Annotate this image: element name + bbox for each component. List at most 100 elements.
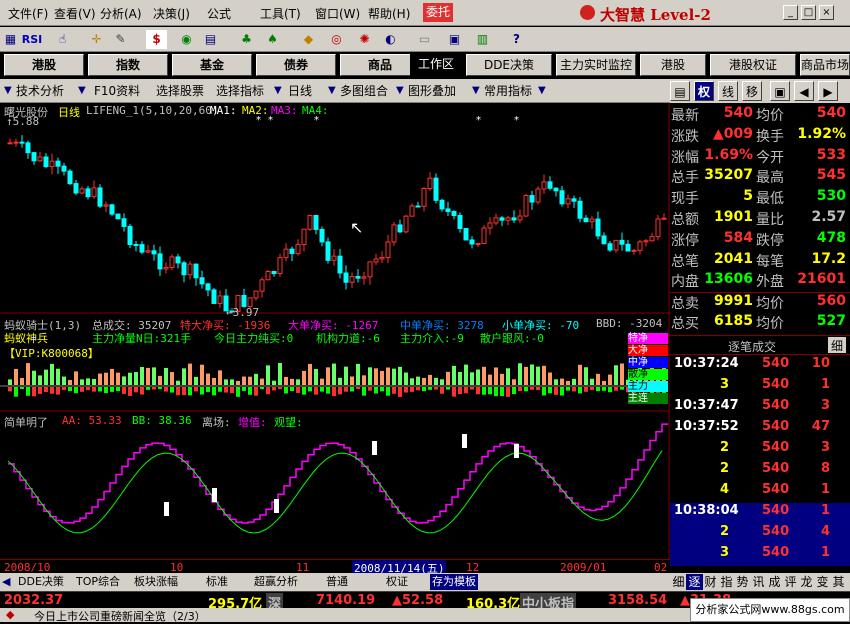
bottom-tab-analysis[interactable]: 超赢分析 [254,574,298,590]
bottom-tab-sector[interactable]: 板块涨幅 [134,574,178,590]
right-bottom-tab[interactable]: 财 [702,574,719,590]
bottom-tab-warrant[interactable]: 权证 [386,574,408,590]
bottom-tab-normal[interactable]: 普通 [326,574,348,590]
star-icon[interactable]: ✺ [354,30,375,49]
menu-file[interactable]: 文件(F) [8,5,48,22]
main-monitor-button[interactable]: 主力实时监控 [556,54,636,76]
print-icon[interactable]: ▭ [414,30,435,49]
ind-title: 简单明了 [4,416,48,429]
books-icon[interactable]: ▥ [472,30,493,49]
commodity-market-button[interactable]: 商品市场 [800,54,850,76]
market-bond-button[interactable]: 债券 [256,54,336,76]
volume-bar [350,376,354,385]
maximize-button[interactable]: □ [801,5,816,20]
menu-help[interactable]: 帮助(H) [368,5,410,22]
menu-view[interactable]: 查看(V) [54,5,96,22]
tick-row[interactable]: 10:37:24 540 10 [670,356,850,377]
market-hk-button[interactable]: 港股 [4,54,84,76]
multi-chart-tab[interactable]: 多图组合 [340,82,388,100]
chart-icon[interactable]: ▤ [200,30,221,49]
layout-icon[interactable]: ◉ [176,30,197,49]
cursor-icon[interactable]: ☝ [52,30,73,49]
f10-tab[interactable]: F10资料 [94,82,140,100]
minimize-button[interactable]: _ [783,5,798,20]
tab-xian[interactable]: 线 [718,81,738,101]
tick-row[interactable]: 3 540 1 [670,377,850,398]
dde-decision-button[interactable]: DDE决策 [466,54,552,76]
menu-formula[interactable]: 公式 [207,5,231,22]
common-indicator-tab[interactable]: 常用指标 [484,82,532,100]
dropdown-arrow-icon[interactable]: ▼ [274,82,282,100]
overlay-tab[interactable]: 图形叠加 [408,82,456,100]
panel-toggle-icon[interactable]: ▣ [770,81,790,101]
tools-icon[interactable]: ♣ [236,30,257,49]
diamond-icon[interactable]: ◆ [298,30,319,49]
tick-list[interactable]: 10:37:24 540 10 3 540 1 10:37:47 540 3 10:37:52 54… [670,356,850,573]
right-bottom-tab[interactable]: 讯 [750,574,767,590]
right-bottom-tab[interactable]: 细 [670,574,687,590]
dropdown-arrow-icon[interactable]: ▼ [78,82,86,100]
tick-row[interactable]: 4 540 1 [670,482,850,503]
tech-analysis-tab[interactable]: 技术分析 [16,82,64,100]
right-bottom-tab[interactable]: 其 [830,574,847,590]
tab-quan[interactable]: 权 [694,81,714,101]
close-button[interactable]: × [819,5,834,20]
tick-row[interactable]: 10:37:52 540 47 [670,419,850,440]
volume-bar-neg [416,387,420,391]
dollar-button[interactable]: $ [146,30,167,49]
bottom-tab-dde[interactable]: DDE决策 [18,574,64,590]
rsi-button[interactable]: RSI [18,30,46,49]
menu-analyze[interactable]: 分析(A) [100,5,142,22]
volume-bar [194,376,198,385]
tick-row[interactable]: 3 540 1 [670,545,850,566]
globe-icon[interactable]: ◐ [380,30,401,49]
window-icon[interactable]: ▣ [444,30,465,49]
dropdown-arrow-icon[interactable]: ▼ [396,82,404,100]
chart-area[interactable]: * * * * * 曙光股份 日线 LIFENG_1(5,10,20,60) MA1: … [0,103,670,576]
tab-yi[interactable]: 移 [742,81,762,101]
menu-window[interactable]: 窗口(W) [315,5,360,22]
daily-line-tab[interactable]: 日线 [288,82,312,100]
target-icon[interactable]: ◎ [326,30,347,49]
workspace-label[interactable]: 工作区 [410,54,462,76]
select-indicator-tab[interactable]: 选择指标 [216,82,264,100]
arrow-right-icon[interactable]: ▶ [818,81,838,101]
market-commodity-button[interactable]: 商品 [340,54,420,76]
tick-row[interactable]: 2 540 4 [670,524,850,545]
menu-tools[interactable]: 工具(T) [260,5,301,22]
tick-row[interactable]: 2 540 3 [670,440,850,461]
dropdown-arrow-icon[interactable]: ▼ [328,82,336,100]
tick-row[interactable]: 10:37:47 540 3 [670,398,850,419]
select-stock-tab[interactable]: 选择股票 [156,82,204,100]
crosshair-icon[interactable]: ✛ [86,30,107,49]
tick-row[interactable]: 10:38:04 540 1 [670,503,850,524]
ruler-icon[interactable]: ✎ [110,30,131,49]
list-icon[interactable]: ▤ [670,81,690,101]
hk-warrant-button[interactable]: 港股权证 [710,54,796,76]
right-bottom-tab[interactable]: 龙 [798,574,815,590]
tick-detail-tab[interactable]: 细 [828,337,846,353]
right-bottom-tab[interactable]: 评 [782,574,799,590]
dropdown-arrow-icon[interactable]: ▼ [4,82,12,100]
help-cursor-icon[interactable]: ? [506,30,527,49]
dropdown-arrow-icon[interactable]: ▼ [538,82,546,100]
people-icon[interactable]: ♠ [262,30,283,49]
tick-row[interactable]: 2 540 8 [670,461,850,482]
market-fund-button[interactable]: 基金 [172,54,252,76]
dropdown-arrow-icon[interactable]: ▼ [472,82,480,100]
bottom-tab-standard[interactable]: 标准 [206,574,228,590]
right-bottom-tab[interactable]: 指 [718,574,735,590]
right-bottom-tab[interactable]: 逐 [686,574,703,590]
right-bottom-tab[interactable]: 成 [766,574,783,590]
bottom-tab-save-template[interactable]: 存为模板 [430,574,478,590]
tab-nav-left-icon[interactable]: ◀ [2,574,10,590]
market-index-button[interactable]: 指数 [88,54,168,76]
right-bottom-tab[interactable]: 势 [734,574,751,590]
bottom-tab-top[interactable]: TOP综合 [76,574,120,590]
menu-decision[interactable]: 决策(J) [153,5,190,22]
tick-time: 10:38:04 [674,503,739,518]
trade-button[interactable]: 委托 [423,3,453,22]
arrow-left-icon[interactable]: ◀ [794,81,814,101]
hk-button[interactable]: 港股 [640,54,706,76]
right-bottom-tab[interactable]: 变 [814,574,831,590]
